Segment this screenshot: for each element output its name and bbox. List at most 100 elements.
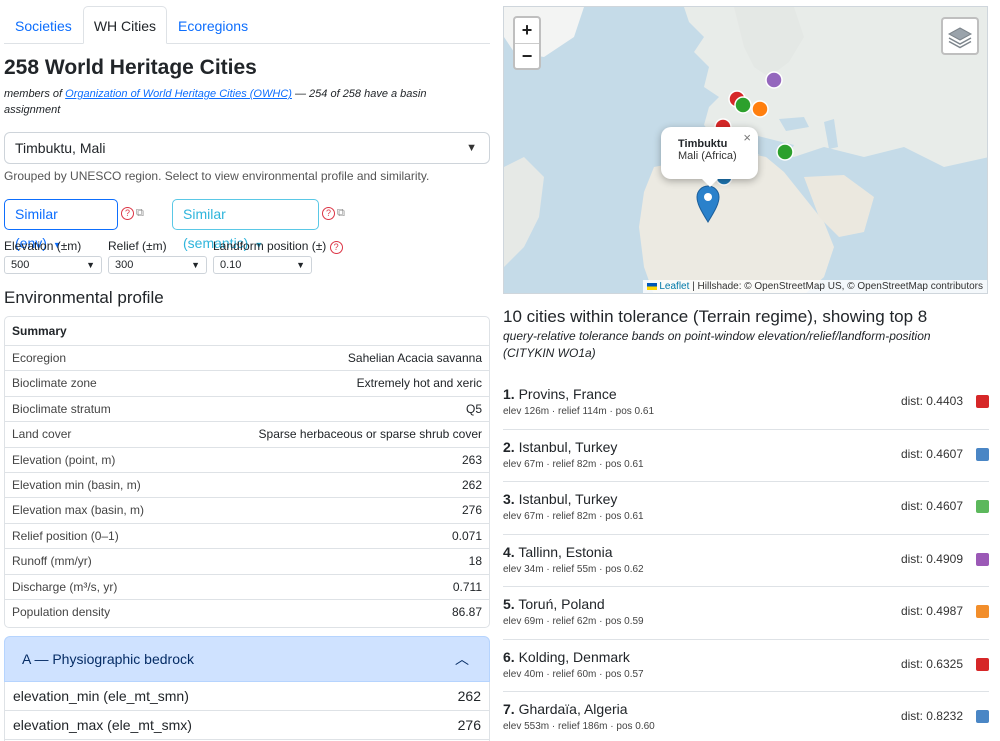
summary-key: Bioclimate stratum bbox=[12, 401, 111, 416]
result-item[interactable]: 3. Istanbul, Turkey elev 67m · relief 82m… bbox=[503, 482, 989, 535]
city-marker[interactable] bbox=[751, 100, 769, 118]
chevron-up-icon: ︿ bbox=[455, 651, 469, 667]
landform-select[interactable]: 0.10 ▼ bbox=[213, 256, 312, 274]
semantic-help-group: ? ⧉ bbox=[322, 207, 345, 220]
result-city: Kolding, Denmark bbox=[518, 648, 630, 665]
pin-center bbox=[704, 193, 712, 201]
city-marker[interactable] bbox=[765, 71, 783, 89]
accordion-row: elevation_max (ele_mt_smx) 276 bbox=[5, 711, 489, 740]
summary-key: Relief position (0–1) bbox=[12, 528, 119, 543]
city-select[interactable]: Timbuktu, Mali ▼ bbox=[4, 132, 490, 164]
summary-key: Elevation (point, m) bbox=[12, 452, 116, 467]
help-icon[interactable]: ? bbox=[329, 241, 343, 254]
accordion-body: elevation_min (ele_mt_smn) 262 elevation_m… bbox=[4, 682, 490, 741]
accordion-key: elevation_max (ele_mt_smx) bbox=[13, 717, 192, 733]
owhc-link[interactable]: Organization of World Heritage Cities (O… bbox=[65, 88, 292, 100]
accordion-physiographic-header[interactable]: A — Physiographic bedrock ︿ bbox=[4, 636, 490, 682]
result-meta: elev 126m · relief 114m · pos 0.61 bbox=[503, 406, 655, 417]
result-meta: elev 69m · relief 62m · pos 0.59 bbox=[503, 616, 644, 627]
result-item[interactable]: 7. Ghardaïa, Algeria elev 553m · relief 1… bbox=[503, 692, 989, 741]
results-list: 1. Provins, France elev 126m · relief 114… bbox=[503, 377, 989, 741]
summary-row: Population density 86.87 bbox=[5, 598, 489, 624]
layers-button[interactable] bbox=[941, 17, 979, 55]
summary-value: 86.87 bbox=[451, 604, 482, 619]
result-meta: elev 67m · relief 82m · pos 0.61 bbox=[503, 511, 644, 522]
chevron-down-icon: ▼ bbox=[466, 142, 477, 154]
summary-value: 263 bbox=[461, 452, 482, 467]
result-distance: dist: 0.8232 bbox=[900, 709, 963, 723]
accordion-value: 262 bbox=[457, 688, 481, 704]
result-city: Toruń, Poland bbox=[518, 596, 605, 612]
tab-wh-cities[interactable]: WH Cities bbox=[82, 6, 168, 44]
map-attribution: Leaflet | Hillshade: © OpenStreetMap US,… bbox=[642, 280, 987, 293]
tab-societies[interactable]: Societies bbox=[4, 6, 83, 44]
landform-label-text: Landform position (±) bbox=[213, 239, 327, 253]
result-distance: dist: 0.4403 bbox=[900, 394, 963, 408]
result-distance: dist: 0.4909 bbox=[900, 551, 963, 566]
result-rank: 3. bbox=[503, 491, 515, 507]
result-distance: dist: 0.4987 bbox=[900, 604, 963, 618]
popup-subtitle: Mali (Africa) bbox=[678, 150, 737, 162]
summary-row: Bioclimate stratum Q5 bbox=[5, 395, 489, 421]
summary-value: 18 bbox=[468, 554, 482, 569]
summary-value: 276 bbox=[461, 503, 482, 518]
page-title: 258 World Heritage Cities bbox=[4, 56, 257, 79]
popup-close-button[interactable]: × bbox=[743, 130, 751, 145]
external-link-icon[interactable]: ⧉ bbox=[337, 207, 345, 220]
external-link-icon[interactable]: ⧉ bbox=[136, 207, 144, 220]
result-distance: dist: 0.6325 bbox=[900, 656, 963, 671]
help-icon[interactable]: ? bbox=[121, 207, 134, 220]
summary-value: Q5 bbox=[465, 401, 482, 416]
result-city: Provins, France bbox=[518, 386, 617, 402]
summary-row: Land cover Sparse herbaceous or sparse sh… bbox=[5, 421, 489, 446]
summary-row: Elevation (point, m) 263 bbox=[5, 446, 489, 472]
layers-icon bbox=[947, 27, 973, 49]
result-rank: 7. bbox=[503, 701, 515, 717]
similar-semantic-button[interactable]: Similar (semantic) ▼ bbox=[172, 199, 319, 251]
summary-key: Ecoregion bbox=[12, 351, 67, 365]
result-color-swatch bbox=[976, 605, 989, 618]
result-meta: elev 40m · relief 60m · pos 0.57 bbox=[503, 668, 644, 680]
chevron-down-icon: ▼ bbox=[86, 260, 95, 270]
tab-ecoregions[interactable]: Ecoregions bbox=[167, 6, 259, 44]
result-color-swatch bbox=[976, 395, 989, 408]
elevation-label: Elevation (±m) bbox=[4, 239, 82, 253]
result-item[interactable]: 4. Tallinn, Estonia elev 34m · relief 55m… bbox=[503, 535, 989, 587]
summary-row: Relief position (0–1) 0.071 bbox=[5, 522, 489, 548]
map[interactable]: + − Timbuktu Mali (Africa) × Leaflet | H… bbox=[503, 6, 988, 294]
zoom-out-button[interactable]: − bbox=[515, 43, 539, 68]
summary-row: Discharge (m³/s, yr) 0.711 bbox=[5, 573, 489, 599]
city-marker[interactable] bbox=[734, 96, 752, 114]
result-item[interactable]: 1. Provins, France elev 126m · relief 114… bbox=[503, 377, 989, 430]
relief-select[interactable]: 300 ▼ bbox=[108, 256, 207, 274]
summary-row: Runoff (mm/yr) 18 bbox=[5, 548, 489, 573]
location-pin-icon[interactable] bbox=[696, 185, 720, 223]
result-rank: 6. bbox=[503, 648, 515, 665]
result-item[interactable]: 6. Kolding, Denmark elev 40m · relief 60m… bbox=[503, 640, 989, 692]
result-color-swatch bbox=[976, 710, 989, 723]
result-item[interactable]: 2. Istanbul, Turkey elev 67m · relief 82m… bbox=[503, 430, 989, 482]
summary-row: Elevation min (basin, m) 262 bbox=[5, 471, 489, 497]
env-profile-heading: Environmental profile bbox=[4, 288, 164, 307]
city-marker[interactable] bbox=[776, 143, 794, 161]
page-subtitle: members of Organization of World Heritag… bbox=[4, 86, 484, 118]
relief-value: 300 bbox=[115, 259, 134, 271]
map-popup: Timbuktu Mali (Africa) × bbox=[661, 127, 758, 179]
summary-row: Bioclimate zone Extremely hot and xeric bbox=[5, 370, 489, 395]
summary-heading: Summary bbox=[12, 324, 67, 338]
summary-key: Runoff (mm/yr) bbox=[12, 554, 92, 569]
result-rank: 1. bbox=[503, 386, 515, 402]
summary-rows: Ecoregion Sahelian Acacia savanna Bioclima… bbox=[5, 345, 489, 624]
leaflet-link[interactable]: Leaflet bbox=[659, 281, 689, 292]
summary-key: Elevation min (basin, m) bbox=[12, 477, 141, 492]
similar-env-button[interactable]: Similar (env) ▼ bbox=[4, 199, 118, 251]
accordion-title: A — Physiographic bedrock bbox=[22, 651, 194, 667]
help-icon[interactable]: ? bbox=[322, 207, 335, 220]
elevation-select[interactable]: 500 ▼ bbox=[4, 256, 102, 274]
zoom-in-button[interactable]: + bbox=[515, 18, 539, 43]
result-name: 1. Provins, France bbox=[503, 386, 617, 402]
relief-label: Relief (±m) bbox=[108, 239, 167, 253]
tab-bar: Societies WH Cities Ecoregions bbox=[4, 6, 490, 44]
env-help-group: ? ⧉ bbox=[121, 207, 144, 220]
result-item[interactable]: 5. Toruń, Poland elev 69m · relief 62m · … bbox=[503, 587, 989, 640]
